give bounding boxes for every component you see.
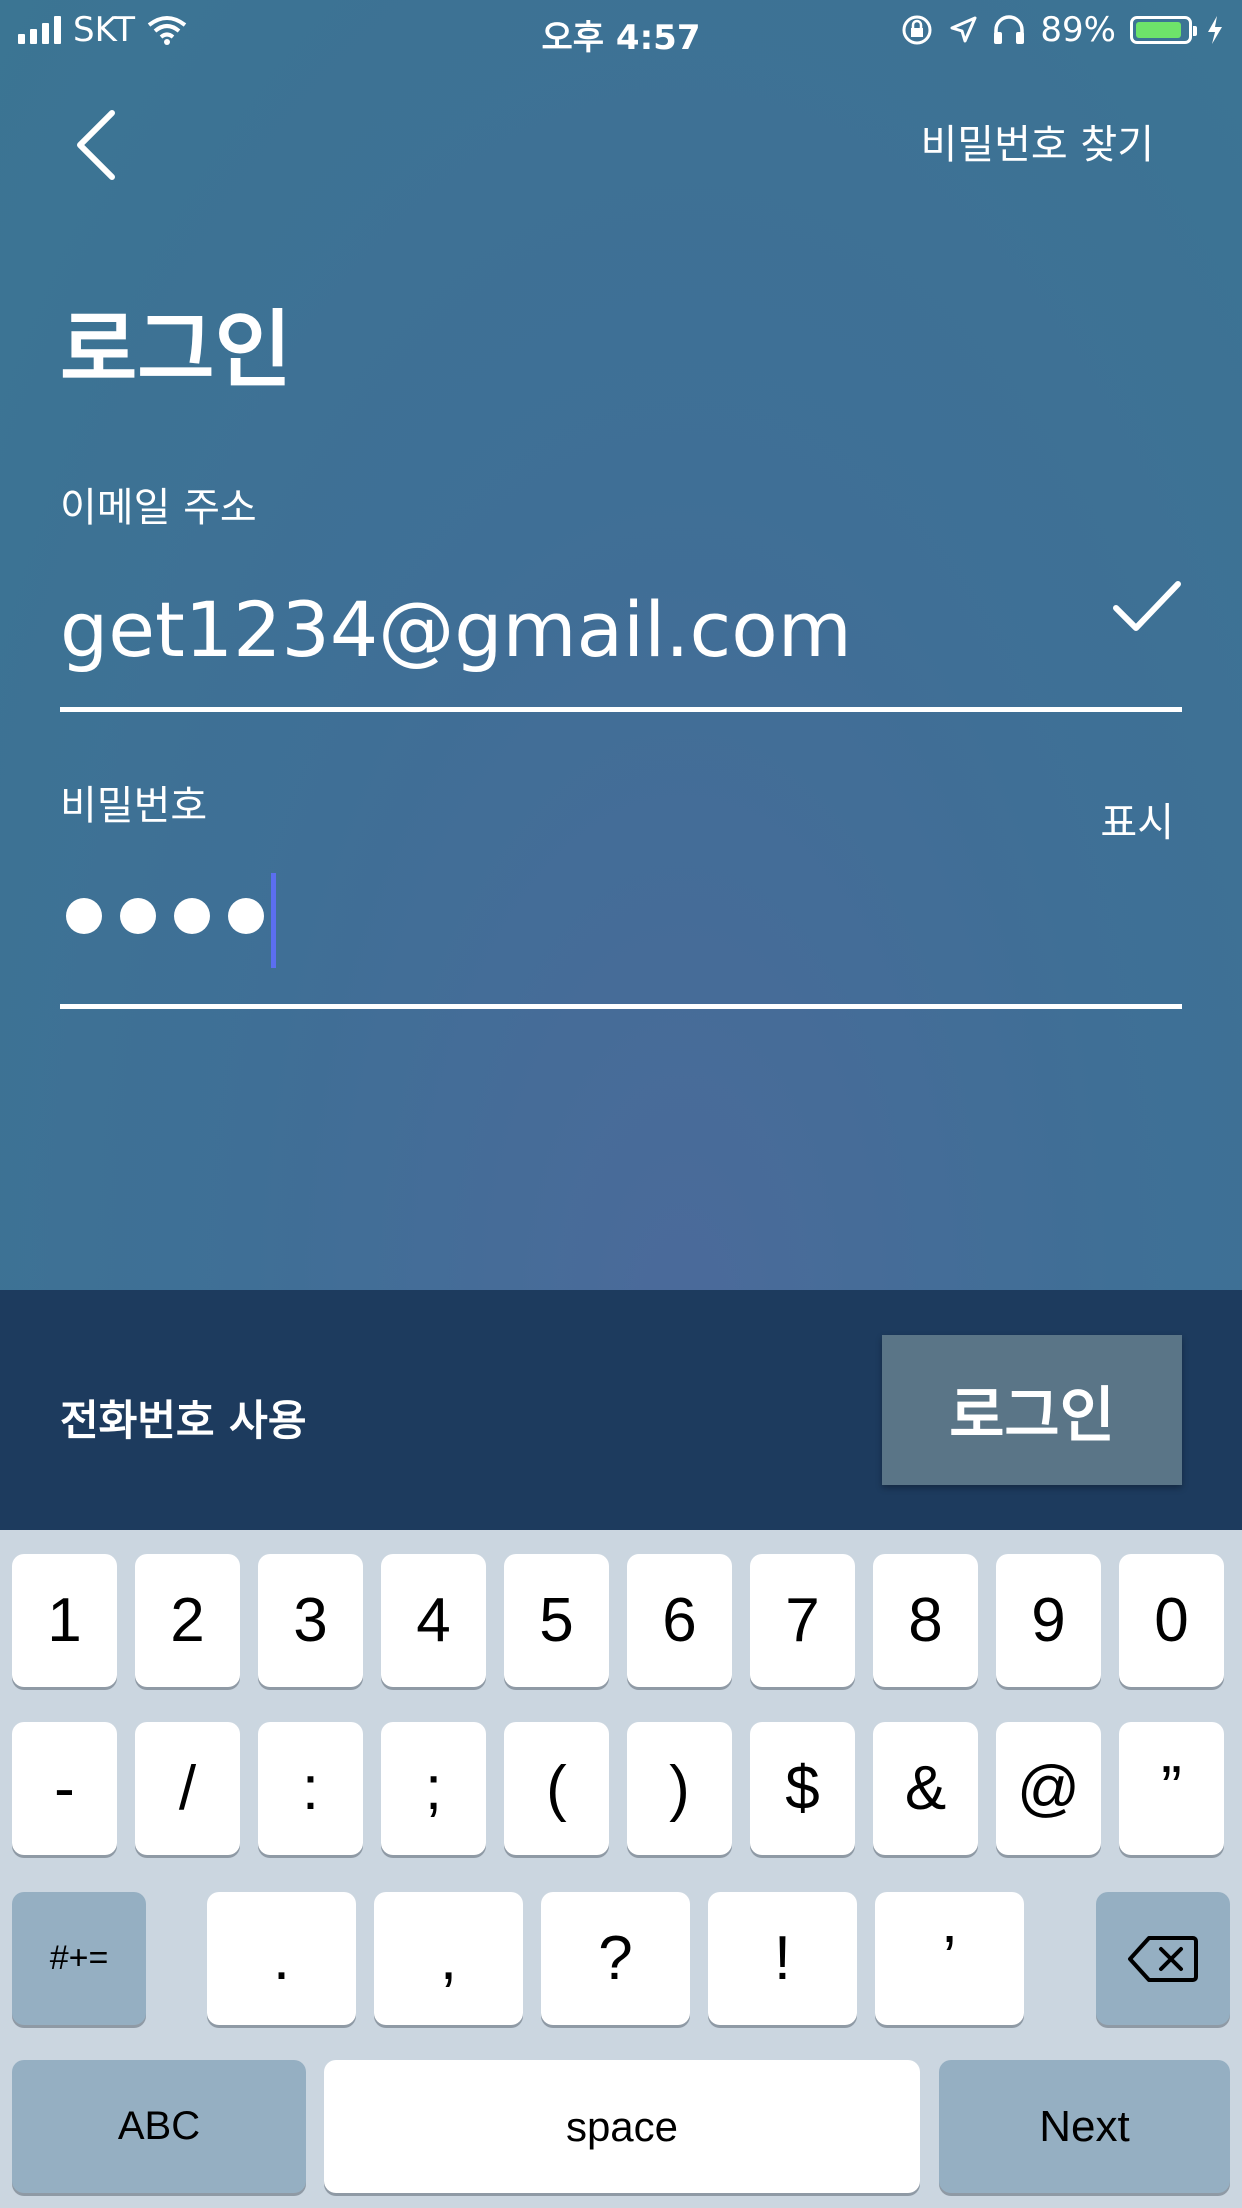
password-mask-dot	[174, 898, 210, 934]
next-key[interactable]: Next	[939, 2060, 1230, 2193]
keyboard-key[interactable]: 4	[381, 1554, 486, 1687]
charging-bolt-icon	[1208, 16, 1222, 44]
password-mask-dot	[120, 898, 156, 934]
keyboard-key[interactable]: /	[135, 1722, 240, 1855]
battery-percent: 89%	[1040, 10, 1116, 50]
keyboard: 1234567890 - /:;() $ & @” #+= .,?!’ ABC spac…	[0, 1530, 1242, 2208]
location-arrow-icon	[950, 16, 977, 43]
show-password-button[interactable]: 표시	[1100, 790, 1174, 848]
status-bar: SKT 오후 4:57 89%	[0, 0, 1242, 62]
keyboard-key[interactable]: ;	[381, 1722, 486, 1855]
backspace-icon	[1128, 1935, 1198, 1982]
battery-fill	[1136, 22, 1181, 38]
login-button[interactable]: 로그인	[882, 1335, 1182, 1485]
page-title: 로그인	[60, 301, 292, 399]
keyboard-key[interactable]: .	[207, 1892, 356, 2025]
keyboard-key[interactable]: $	[750, 1722, 855, 1855]
more-symbols-key[interactable]: #+=	[12, 1892, 146, 2025]
checkmark-icon	[1113, 581, 1181, 631]
keyboard-key[interactable]: )	[627, 1722, 732, 1855]
keyboard-key[interactable]: !	[708, 1892, 857, 2025]
use-phone-number-button[interactable]: 전화번호 사용	[60, 1387, 306, 1448]
email-label: 이메일 주소	[60, 485, 257, 531]
keyboard-key[interactable]: 1	[12, 1554, 117, 1687]
keyboard-key[interactable]: ”	[1119, 1722, 1224, 1855]
text-caret	[271, 873, 276, 968]
space-key[interactable]: space	[324, 2060, 920, 2193]
password-label: 비밀번호	[60, 783, 208, 829]
keyboard-key[interactable]: 7	[750, 1554, 855, 1687]
keyboard-key[interactable]: &	[873, 1722, 978, 1855]
email-field[interactable]: get1234@gmail.com	[60, 585, 852, 674]
headphones-icon	[994, 15, 1025, 44]
keyboard-key[interactable]: 9	[996, 1554, 1101, 1687]
keyboard-key[interactable]: 3	[258, 1554, 363, 1687]
password-mask-dot	[66, 898, 102, 934]
password-mask-dot	[228, 898, 264, 934]
keyboard-key[interactable]: 6	[627, 1554, 732, 1687]
keyboard-key[interactable]: 2	[135, 1554, 240, 1687]
keyboard-key[interactable]: :	[258, 1722, 363, 1855]
keyboard-key[interactable]: 5	[504, 1554, 609, 1687]
backspace-key[interactable]	[1096, 1892, 1230, 2025]
status-right: 89%	[900, 10, 1224, 50]
password-underline	[60, 1004, 1182, 1009]
keyboard-key[interactable]: ,	[374, 1892, 523, 2025]
login-screen: SKT 오후 4:57 89% 비밀번호 찾기 로그인 이메일 주소 get12…	[0, 0, 1242, 2208]
keyboard-key[interactable]: 8	[873, 1554, 978, 1687]
action-bar: 전화번호 사용 로그인	[0, 1290, 1242, 1530]
keyboard-key[interactable]: -	[12, 1722, 117, 1855]
keyboard-key[interactable]: ?	[541, 1892, 690, 2025]
keyboard-key[interactable]: @	[996, 1722, 1101, 1855]
keyboard-key[interactable]: ’	[875, 1892, 1024, 2025]
keyboard-key[interactable]: (	[504, 1722, 609, 1855]
password-field[interactable]	[66, 898, 264, 934]
chevron-left-icon[interactable]	[70, 105, 130, 185]
battery-icon	[1130, 16, 1197, 44]
abc-key[interactable]: ABC	[12, 2060, 306, 2193]
find-password-link[interactable]: 비밀번호 찾기	[920, 112, 1154, 170]
keyboard-key[interactable]: 0	[1119, 1554, 1224, 1687]
orientation-lock-icon	[902, 15, 932, 45]
email-underline	[60, 707, 1182, 712]
